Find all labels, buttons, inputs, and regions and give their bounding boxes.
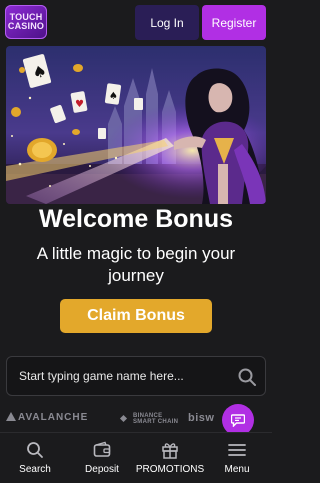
promo-title: Welcome Bonus <box>38 205 234 233</box>
nav-search[interactable]: Search <box>15 441 55 481</box>
svg-text:♥: ♥ <box>75 99 84 110</box>
top-header: TOUCH CASINO Log In Register <box>0 0 272 44</box>
wallet-icon <box>93 441 111 457</box>
nav-menu-label: Menu <box>224 464 250 475</box>
menu-icon <box>228 444 246 456</box>
nav-promotions[interactable]: PROMOTIONS <box>135 441 205 481</box>
avalanche-logo: AVALANCHE <box>6 412 88 423</box>
biswap-label: bisw <box>188 412 215 424</box>
game-search-input[interactable] <box>19 357 229 395</box>
biswap-logo: bisw <box>188 412 214 424</box>
search-icon <box>27 442 43 458</box>
search-icon[interactable] <box>237 367 257 387</box>
nav-deposit-label: Deposit <box>85 464 119 475</box>
smart-chain-label: SMART CHAIN <box>133 418 179 425</box>
chat-icon <box>231 414 245 427</box>
game-search-bar <box>6 356 266 396</box>
casino-logo[interactable]: TOUCH CASINO <box>5 5 47 39</box>
nav-promotions-label: PROMOTIONS <box>135 464 205 475</box>
avalanche-label: AVALANCHE <box>18 412 89 423</box>
svg-text:♠: ♠ <box>109 91 118 102</box>
promo-subtitle: A little magic to begin your journey <box>36 244 236 285</box>
gift-icon <box>162 443 178 459</box>
binance-smart-chain-logo: BINANCE SMART CHAIN <box>117 412 178 425</box>
register-button[interactable]: Register <box>202 5 266 40</box>
login-button[interactable]: Log In <box>135 5 199 40</box>
avalanche-icon <box>6 412 16 421</box>
nav-menu[interactable]: Menu <box>222 441 252 481</box>
logo-line-2: CASINO <box>7 21 45 31</box>
binance-icon <box>119 414 128 423</box>
claim-bonus-button[interactable]: Claim Bonus <box>60 299 212 333</box>
hero-banner-image: ♠ ♥ ♠ <box>6 46 266 204</box>
nav-search-label: Search <box>19 464 51 475</box>
nav-deposit[interactable]: Deposit <box>82 441 122 481</box>
bottom-navigation: Search Deposit PROMOTIONS Menu <box>0 432 272 483</box>
